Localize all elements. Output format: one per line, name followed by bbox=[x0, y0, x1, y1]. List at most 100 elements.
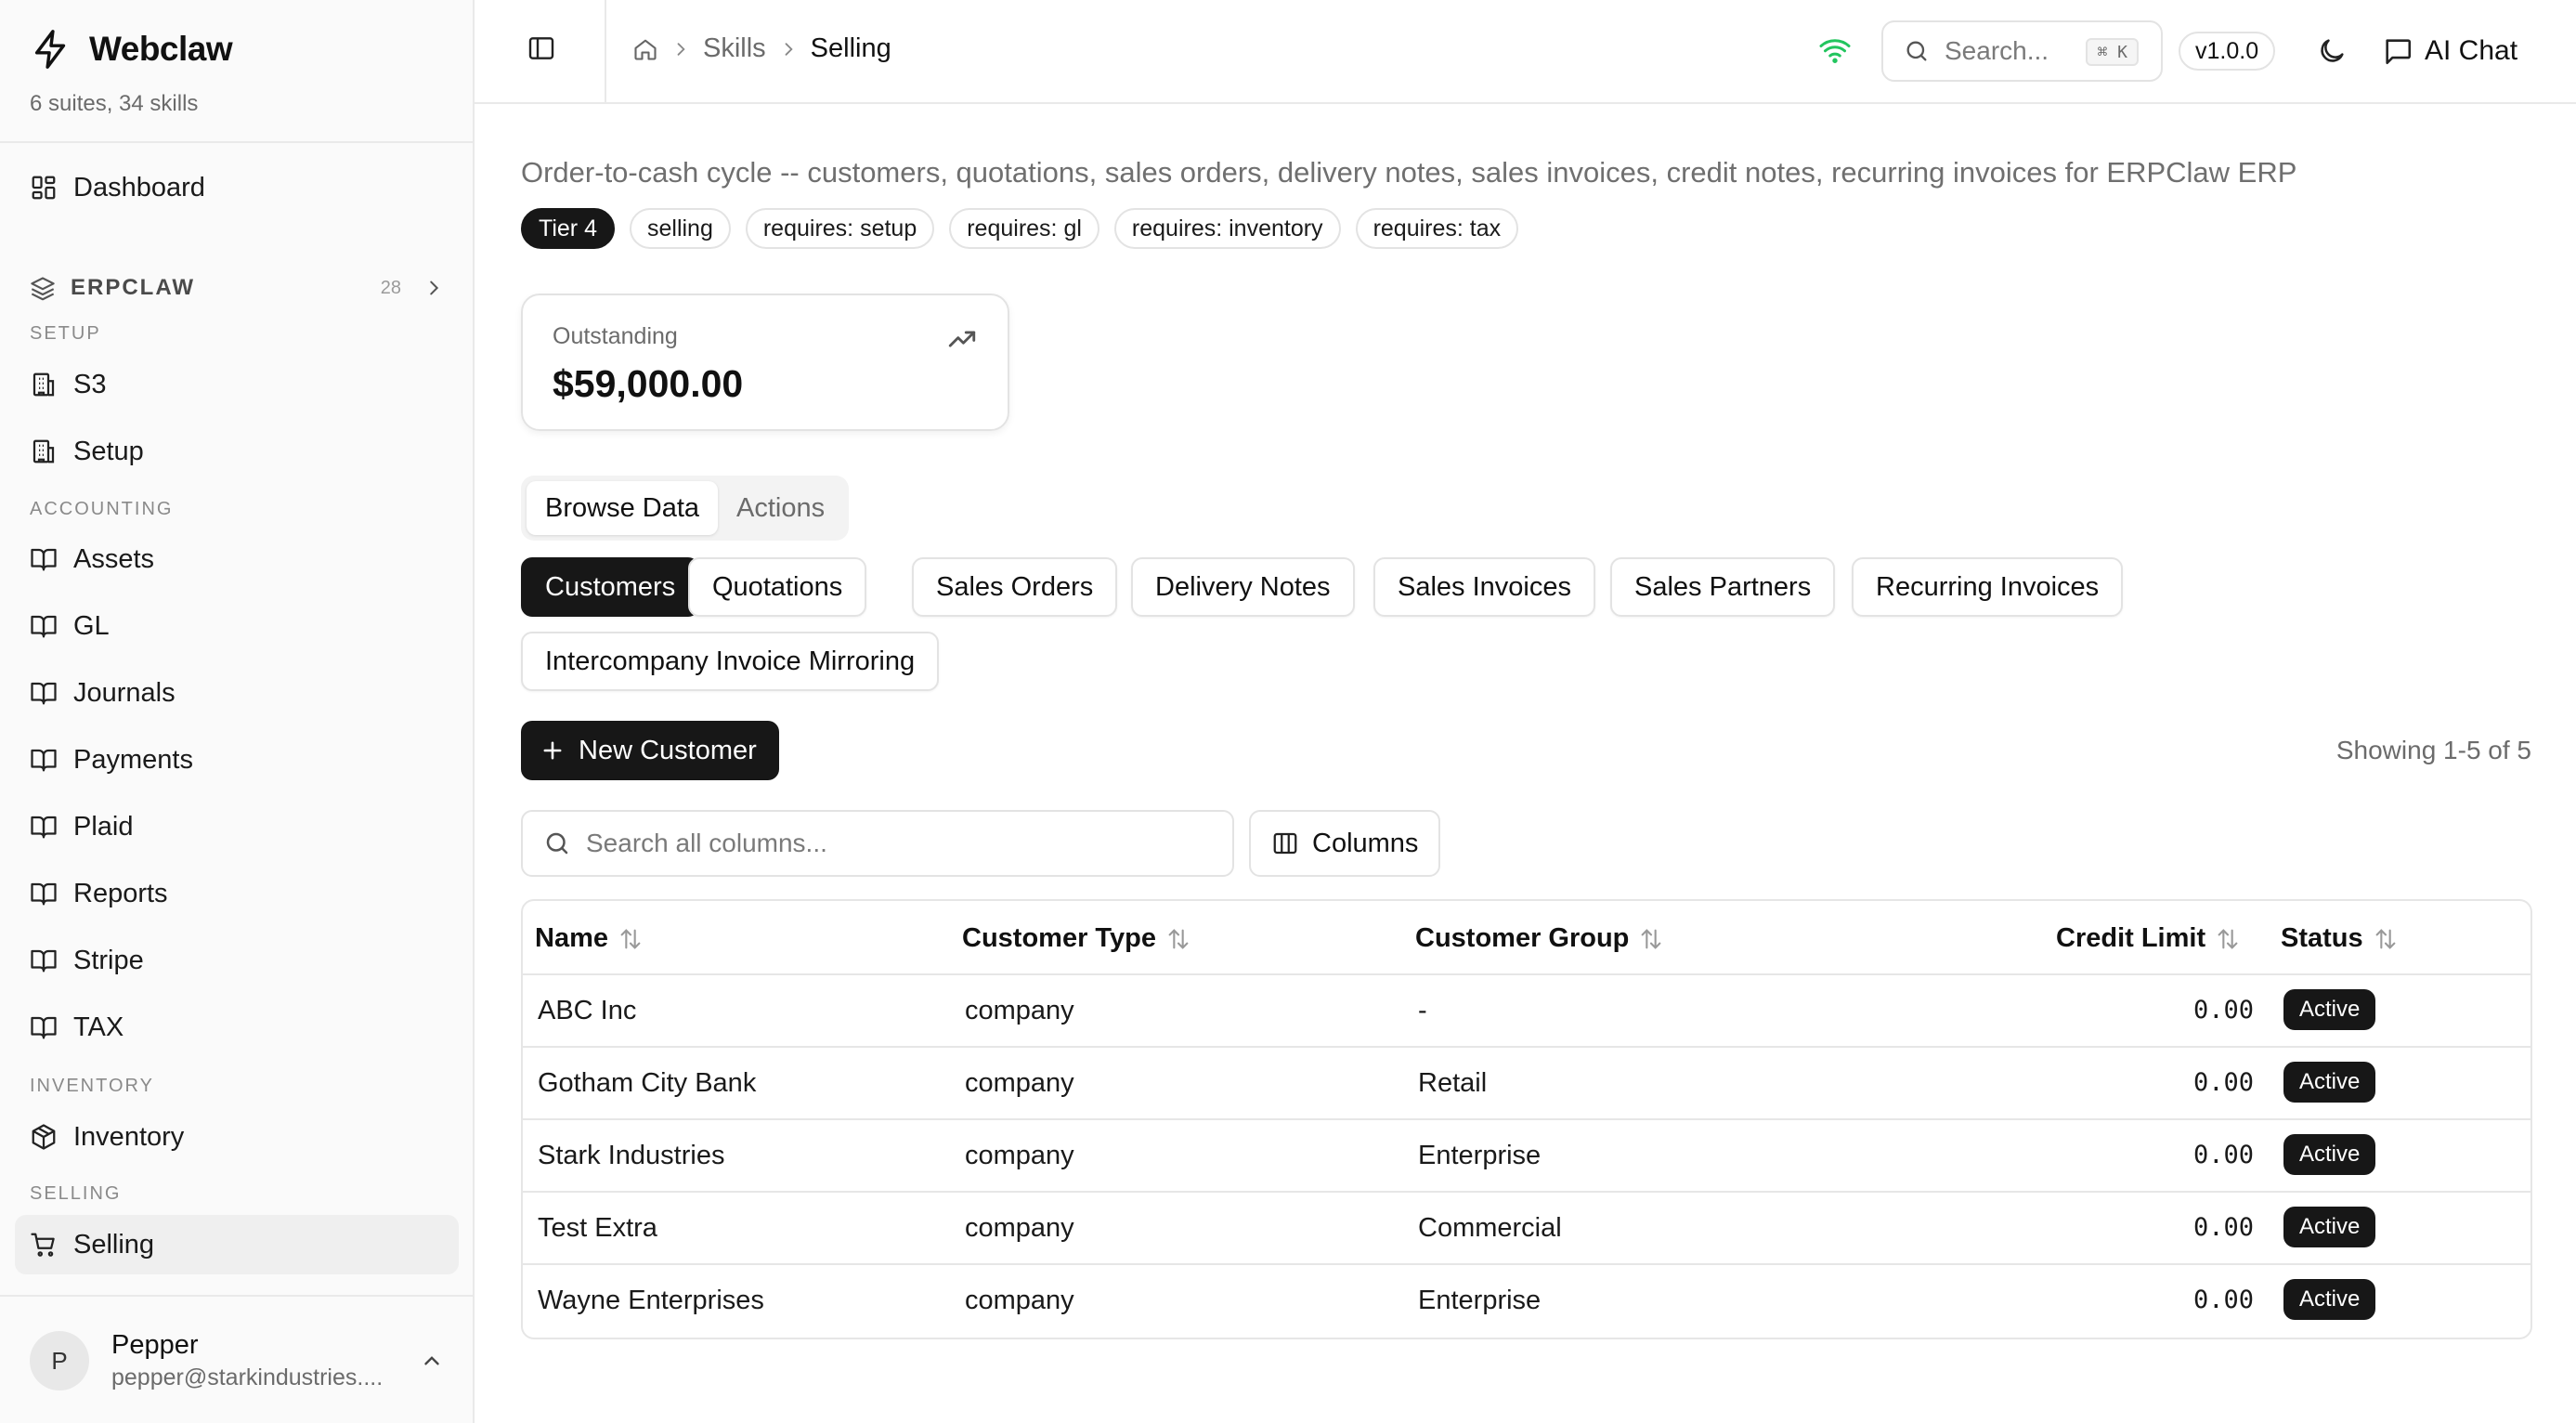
customers-table: Name Customer Type Customer Group Credit… bbox=[521, 899, 2532, 1339]
sort-icon bbox=[2218, 928, 2238, 949]
cell-customer-group: Enterprise bbox=[1418, 1286, 1542, 1315]
sidebar-item-label: S3 bbox=[73, 369, 107, 399]
entity-tab-sales-invoices[interactable]: Sales Invoices bbox=[1373, 557, 1595, 617]
sidebar-item-stripe[interactable]: Stripe bbox=[15, 931, 459, 990]
building-icon bbox=[33, 372, 55, 397]
building-icon bbox=[33, 439, 55, 463]
sidebar-item-label: Payments bbox=[73, 744, 193, 775]
sidebar-item-label: GL bbox=[73, 610, 110, 641]
table-row[interactable]: Gotham City Bank company Retail 0.00 Act… bbox=[523, 1048, 2530, 1120]
book-open-icon bbox=[31, 882, 57, 906]
sidebar-item-dashboard[interactable]: Dashboard bbox=[15, 158, 459, 217]
sidebar-item-journals[interactable]: Journals bbox=[15, 663, 459, 723]
column-header-credit-limit[interactable]: Credit Limit bbox=[2056, 923, 2241, 954]
user-email: pepper@starkindustries.... bbox=[111, 1364, 384, 1390]
tag-badge: requires: tax bbox=[1355, 208, 1519, 249]
dark-mode-toggle-icon[interactable] bbox=[2316, 35, 2348, 67]
table-row[interactable]: Test Extra company Commercial 0.00 Activ… bbox=[523, 1193, 2530, 1265]
shopping-cart-icon bbox=[31, 1233, 55, 1257]
breadcrumb-skills[interactable]: Skills bbox=[703, 33, 766, 64]
chevron-right-icon bbox=[785, 42, 793, 56]
entity-tab-delivery-notes[interactable]: Delivery Notes bbox=[1131, 557, 1355, 617]
columns-button[interactable]: Columns bbox=[1249, 810, 1441, 877]
entity-tab-intercompany-invoice-mirroring[interactable]: Intercompany Invoice Mirroring bbox=[521, 632, 940, 691]
table-search-placeholder: Search all columns... bbox=[586, 829, 827, 857]
status-badge: Active bbox=[2283, 1134, 2376, 1175]
sidebar-item-s3[interactable]: S3 bbox=[15, 355, 459, 414]
cell-name: Stark Industries bbox=[538, 1141, 725, 1170]
column-header-customer-type[interactable]: Customer Type bbox=[962, 923, 1191, 954]
cell-name: ABC Inc bbox=[538, 996, 637, 1025]
sidebar-item-gl[interactable]: GL bbox=[15, 596, 459, 656]
top-bar: Skills Selling Search... ⌘ K v1.0.0 AI C… bbox=[475, 0, 2576, 104]
table-row[interactable]: Wayne Enterprises company Enterprise 0.0… bbox=[523, 1265, 2530, 1338]
column-header-customer-group[interactable]: Customer Group bbox=[1415, 923, 1664, 954]
sidebar-item-label: Selling bbox=[73, 1229, 155, 1260]
user-menu[interactable]: P Pepper pepper@starkindustries.... bbox=[30, 1330, 444, 1391]
brand-subtitle: 6 suites, 34 skills bbox=[30, 91, 199, 116]
entity-tab-sales-partners[interactable]: Sales Partners bbox=[1610, 557, 1836, 617]
sidebar-item-selling[interactable]: Selling bbox=[15, 1215, 459, 1274]
book-open-icon bbox=[31, 682, 57, 705]
book-open-icon bbox=[31, 749, 57, 772]
sidebar-item-label: Dashboard bbox=[73, 172, 205, 202]
user-name: Pepper bbox=[111, 1330, 199, 1360]
cell-credit-limit: 0.00 bbox=[2192, 1213, 2254, 1242]
status-badge: Active bbox=[2283, 1207, 2376, 1247]
sidebar-item-assets[interactable]: Assets bbox=[15, 529, 459, 589]
book-open-icon bbox=[31, 615, 57, 638]
sidebar-item-label: TAX bbox=[73, 1012, 124, 1042]
column-header-status[interactable]: Status bbox=[2281, 923, 2399, 954]
layers-icon bbox=[31, 277, 55, 301]
pagination-summary: Showing 1-5 of 5 bbox=[2335, 736, 2531, 764]
sidebar-item-tax[interactable]: TAX bbox=[15, 998, 459, 1057]
cell-customer-type: company bbox=[965, 1141, 1074, 1170]
sidebar-item-label: Stripe bbox=[73, 945, 144, 975]
table-row[interactable]: ABC Inc company - 0.00 Active bbox=[523, 975, 2530, 1048]
header-divider bbox=[605, 0, 606, 102]
tag-list: Tier 4 selling requires: setup requires:… bbox=[521, 208, 1533, 249]
sidebar-item-reports[interactable]: Reports bbox=[15, 864, 459, 923]
lightning-logo-icon bbox=[34, 30, 66, 69]
tag-badge: selling bbox=[629, 208, 731, 249]
table-row[interactable]: Stark Industries company Enterprise 0.00… bbox=[523, 1120, 2530, 1193]
sidebar-item-payments[interactable]: Payments bbox=[15, 730, 459, 790]
cell-customer-type: company bbox=[965, 996, 1074, 1025]
entity-tab-recurring-invoices[interactable]: Recurring Invoices bbox=[1852, 557, 2124, 617]
cell-customer-type: company bbox=[965, 1286, 1074, 1315]
entity-tab-sales-orders[interactable]: Sales Orders bbox=[912, 557, 1118, 617]
brand[interactable]: Webclaw bbox=[30, 28, 233, 71]
cell-name: Test Extra bbox=[538, 1213, 657, 1243]
sort-icon bbox=[2375, 928, 2396, 949]
entity-tab-customers[interactable]: Customers bbox=[521, 557, 700, 617]
sidebar-toggle-button[interactable] bbox=[527, 33, 564, 71]
dashboard-icon bbox=[32, 176, 56, 200]
sidebar-group-erpclaw[interactable]: ERPCLAW 28 bbox=[30, 271, 444, 305]
status-badge: Active bbox=[2283, 989, 2376, 1030]
new-customer-label: New Customer bbox=[579, 735, 757, 765]
cell-customer-group: Enterprise bbox=[1418, 1141, 1542, 1170]
home-icon[interactable] bbox=[632, 36, 658, 62]
sidebar-item-setup[interactable]: Setup bbox=[15, 422, 459, 481]
cell-customer-group: Commercial bbox=[1418, 1213, 1562, 1243]
ai-chat-button[interactable]: AI Chat bbox=[2382, 32, 2517, 71]
stat-value: $59,000.00 bbox=[553, 362, 744, 405]
tab-browse-data[interactable]: Browse Data bbox=[527, 481, 719, 535]
column-header-name[interactable]: Name bbox=[535, 923, 644, 954]
header-label: Customer Group bbox=[1415, 923, 1630, 953]
cell-credit-limit: 0.00 bbox=[2192, 1068, 2254, 1097]
new-customer-button[interactable]: New Customer bbox=[521, 721, 779, 780]
sidebar-item-inventory[interactable]: Inventory bbox=[15, 1107, 459, 1167]
search-icon bbox=[546, 832, 568, 855]
header-label: Customer Type bbox=[962, 923, 1156, 953]
sidebar-item-plaid[interactable]: Plaid bbox=[15, 797, 459, 856]
skill-description: Order-to-cash cycle -- customers, quotat… bbox=[521, 156, 2297, 189]
table-search-input[interactable]: Search all columns... bbox=[521, 810, 1234, 877]
avatar: P bbox=[30, 1331, 89, 1390]
view-tabs: Browse Data Actions bbox=[521, 476, 850, 541]
entity-tab-quotations[interactable]: Quotations bbox=[688, 557, 867, 617]
main-content: Skills Selling Search... ⌘ K v1.0.0 AI C… bbox=[475, 0, 2576, 1423]
tab-actions[interactable]: Actions bbox=[718, 481, 843, 535]
global-search-input[interactable]: Search... ⌘ K bbox=[1881, 20, 2163, 82]
book-open-icon bbox=[31, 816, 57, 839]
